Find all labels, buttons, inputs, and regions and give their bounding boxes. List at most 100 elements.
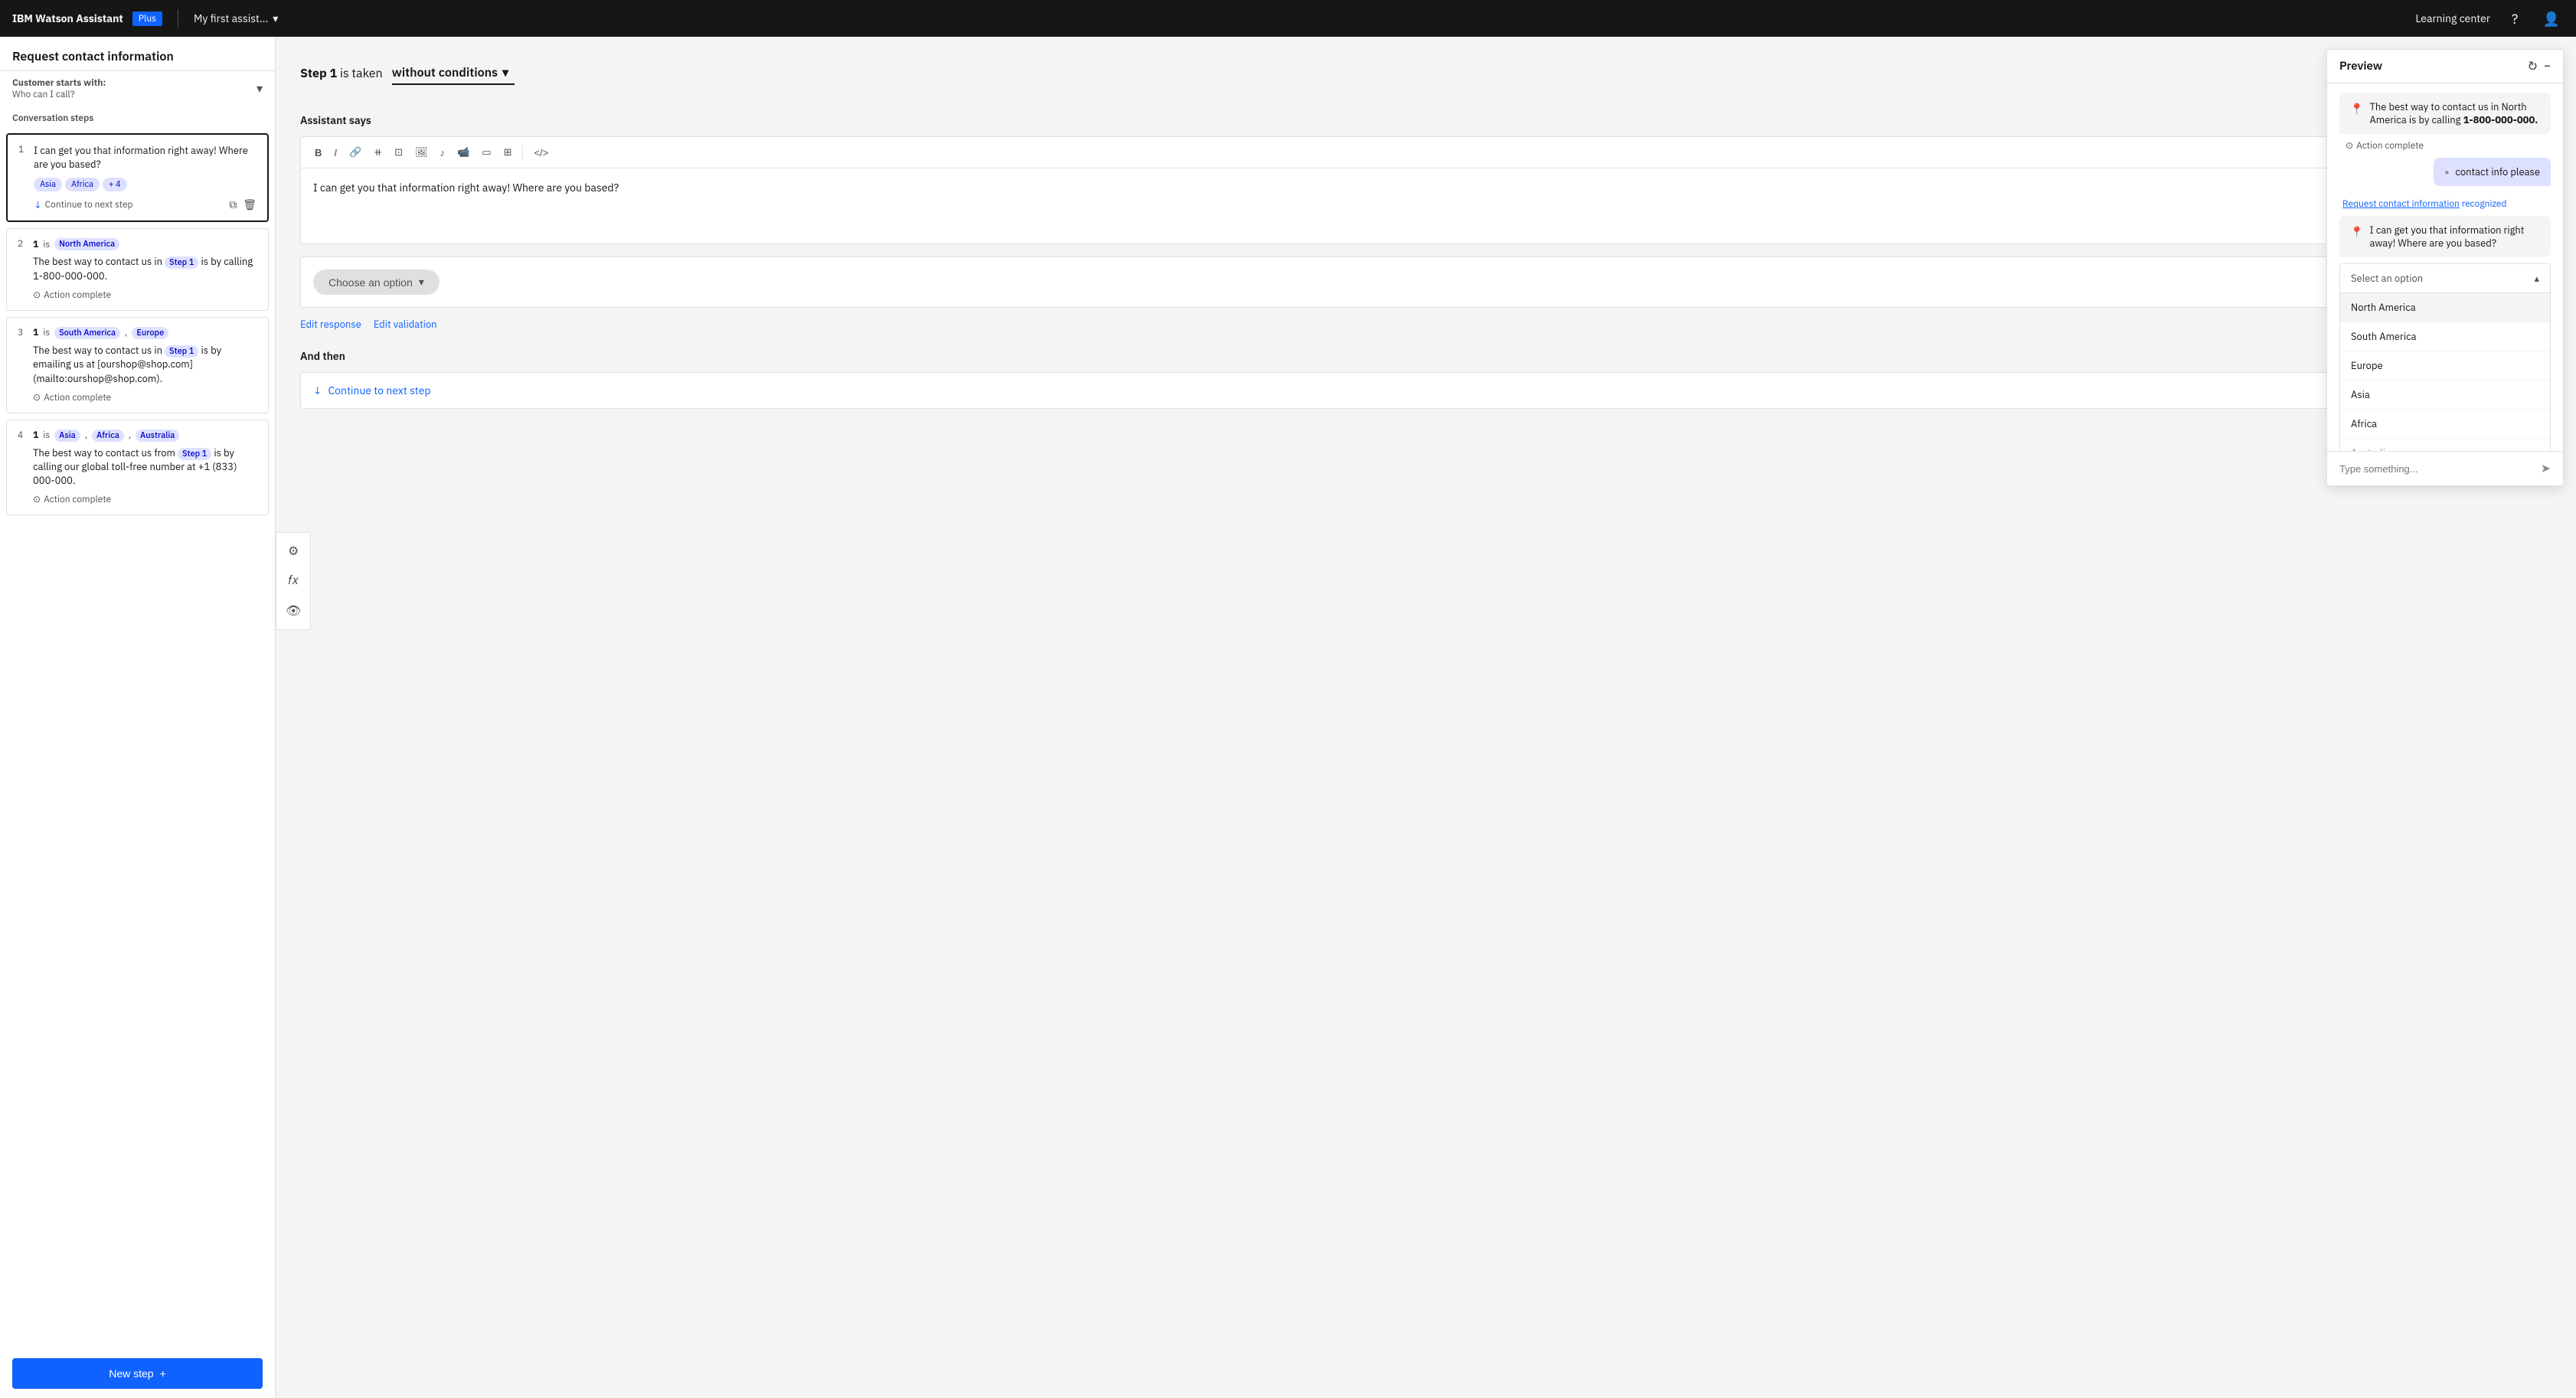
user-message-text: contact info please [2455,165,2540,178]
condition-dropdown[interactable]: without conditions ▾ [392,62,515,85]
tag-asia: Asia [34,178,62,191]
select-dropdown-container: Select an option ▴ North America South A… [2339,263,2551,451]
arrow-down-icon-and-then: ↓ [313,384,322,397]
fx-side-icon[interactable]: 𝑓𝑥 [281,570,306,593]
assistant-says-label: Assistant says [300,113,2551,127]
step-card-condition-4: 1 is Asia , Africa , Australia [33,430,257,442]
conversation-steps-label: Conversation steps [0,106,275,127]
chevron-down-icon-option: ▾ [419,276,424,289]
nav-left: IBM Watson Assistant Plus My first assis… [12,9,278,28]
action-complete-2: ⊙ Action complete [33,289,257,301]
quote-button[interactable]: ⧺ [369,143,387,162]
action-complete-4: ⊙ Action complete [33,494,257,505]
send-button[interactable]: ➤ [2541,461,2551,476]
learning-center-link[interactable]: Learning center [2415,11,2490,25]
copy-icon[interactable]: ⧉ [229,198,237,211]
chat-input[interactable] [2339,463,2541,475]
link-button[interactable]: 🔗 [345,143,366,162]
choose-option-button[interactable]: Choose an option ▾ [313,269,440,295]
preview-side-icon[interactable]: 👁 [281,599,306,623]
list-button[interactable]: ⊞ [499,143,517,162]
customer-starts-label: Customer starts with: [12,77,106,89]
step-number-2: 2 [18,238,27,250]
condition-badge-asia: Asia [54,430,80,442]
help-icon[interactable]: ? [2502,6,2527,31]
step-card-condition-3: 1 is South America , Europe [33,327,257,339]
bold-button[interactable]: B [310,144,326,162]
step-label: Step 1 is taken [300,66,383,81]
and-then-row[interactable]: ↓ Continue to next step ▾ [300,372,2551,409]
condition-badge-australia: Australia [136,430,179,442]
check-circle-icon-3: ⊙ [33,392,41,403]
and-then-section: And then ↓ Continue to next step ▾ [300,349,2551,409]
condition-badge-africa: Africa [92,430,124,442]
table-button[interactable]: ⊡ [390,143,407,162]
user-icon[interactable]: 👤 [2539,6,2564,31]
step-card-footer-1: ↓ Continue to next step ⧉ 🗑 [34,198,257,211]
preview-title: Preview [2339,59,2382,73]
steps-list: 1 I can get you that information right a… [0,127,275,1349]
dropdown-option-north-america[interactable]: North America [2340,293,2550,322]
dropdown-option-africa[interactable]: Africa [2340,410,2550,439]
second-message-text: I can get you that information right awa… [2369,224,2540,250]
select-option-dropdown[interactable]: Select an option ▴ North America South A… [2339,263,2551,451]
continue-next-step-label: Continue to next step [328,384,430,397]
step-card-content-3: The best way to contact us in Step 1 is … [33,344,257,386]
toolbar-divider [522,145,523,159]
main-layout: Request contact information Customer sta… [0,37,2576,1398]
and-then-label: And then [300,349,2551,363]
dropdown-options-list: North America South America Europe Asia [2340,292,2550,451]
step-header: Step 1 is taken without conditions ▾ f(x… [300,55,2551,92]
check-icon-preview: ⊙ [2346,140,2353,152]
sidebar: Request contact information Customer sta… [0,37,276,1398]
italic-button[interactable]: I [329,144,342,162]
plus-icon: + [160,1367,166,1380]
step-card-3[interactable]: 3 1 is South America , Europe The best w… [6,317,269,413]
recognized-link[interactable]: Request contact information [2342,198,2460,210]
dropdown-option-australia[interactable]: Australia [2340,439,2550,451]
delete-icon[interactable]: 🗑 [243,198,257,211]
edit-response-link[interactable]: Edit response [300,318,361,331]
step-number-4: 4 [18,430,27,441]
select-option-label: Select an option [2351,272,2423,285]
customer-starts-value: Who can I call? [12,89,74,100]
dropdown-option-asia[interactable]: Asia [2340,381,2550,410]
editor-content: I can get you that information right awa… [313,181,619,194]
chevron-down-icon[interactable]: ▾ [257,81,263,96]
user-bubble: ● contact info please [2434,158,2551,186]
chat-bubble-2: 📍 I can get you that information right a… [2339,216,2551,257]
editor-area[interactable]: I can get you that information right awa… [300,168,2551,244]
user-message-container: ● contact info please [2339,158,2551,192]
step-card-2[interactable]: 2 1 is North America The best way to con… [6,228,269,311]
step-card-4[interactable]: 4 1 is Asia , Africa , Australia The bes… [6,420,269,516]
video-button[interactable]: 📹 [453,143,474,162]
location-icon-2: 📍 [2350,225,2363,239]
recognized-text: Request contact information recognized [2339,198,2551,210]
settings-icon[interactable]: ⚙ [281,539,306,563]
step-card-1[interactable]: 1 I can get you that information right a… [6,133,269,222]
step-card-content-2: The best way to contact us in Step 1 is … [33,255,257,283]
response-section: Choose an option ▾ [300,256,2551,308]
tag-africa: Africa [65,178,100,191]
dropdown-option-europe[interactable]: Europe [2340,351,2550,381]
check-circle-icon: ⊙ [33,289,41,301]
audio-button[interactable]: ♪ [436,144,450,162]
new-step-button[interactable]: New step + [12,1358,263,1389]
step-number-1: 1 [18,144,28,155]
card-button[interactable]: ▭ [477,143,495,162]
chevron-down-icon: ▾ [273,11,278,25]
edit-validation-link[interactable]: Edit validation [374,318,437,331]
preview-panel: Preview ↻ − 📍 The best way to contact us… [2326,49,2564,486]
location-icon: 📍 [2350,102,2363,116]
select-option-header[interactable]: Select an option ▴ [2340,264,2550,292]
dropdown-option-south-america[interactable]: South America [2340,322,2550,351]
image-button[interactable]: 🖼 [410,143,433,162]
minimize-preview-icon[interactable]: − [2544,59,2551,73]
side-icon-bar: ⚙ 𝑓𝑥 👁 [276,532,311,630]
response-footer: Edit response Edit validation ⧉ ⚙ ↺ 🗑 [300,317,2551,331]
assistant-title[interactable]: My first assist... ▾ [194,11,278,25]
refresh-preview-icon[interactable]: ↻ [2528,59,2538,73]
sidebar-title: Request contact information [12,49,263,64]
code-button[interactable]: </> [529,144,553,162]
continue-label-1: Continue to next step [45,199,133,211]
